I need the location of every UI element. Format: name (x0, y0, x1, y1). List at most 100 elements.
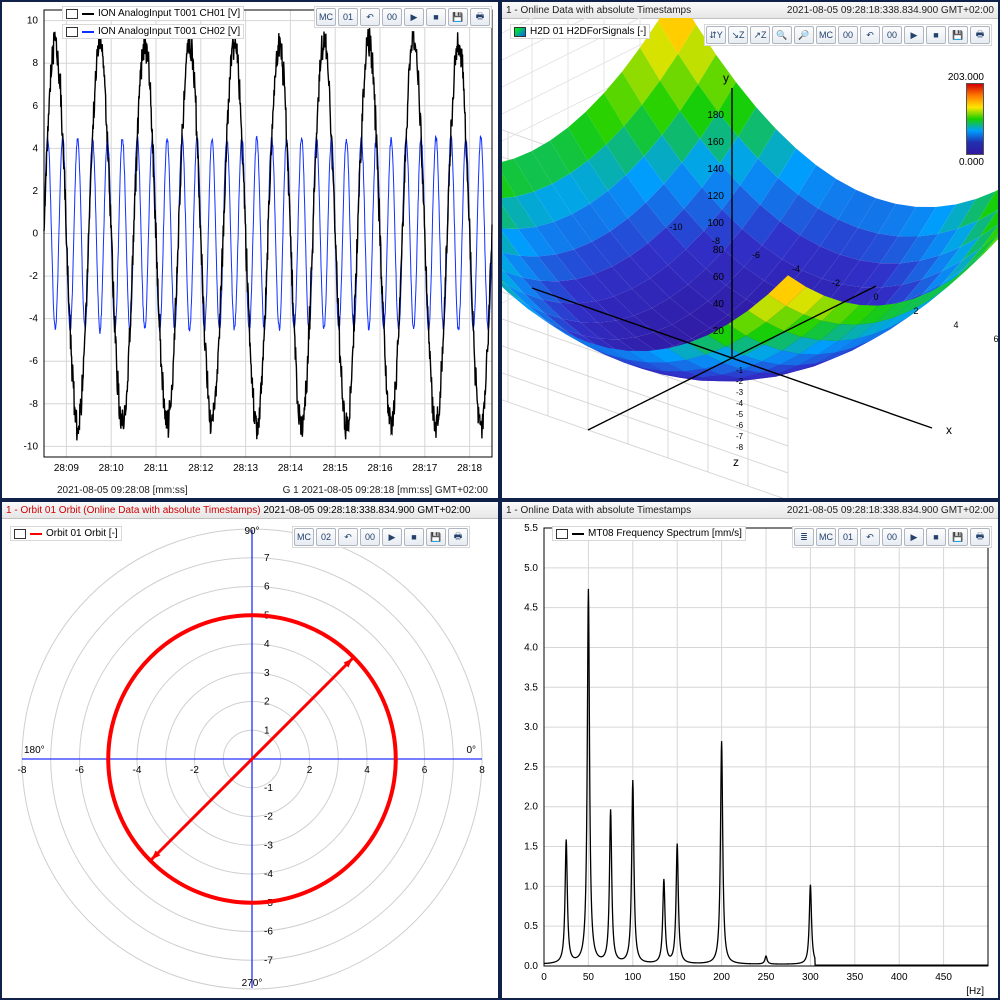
svg-text:28:10: 28:10 (99, 463, 124, 474)
svg-text:-3: -3 (264, 840, 273, 851)
svg-text:8: 8 (479, 765, 485, 776)
svg-text:160: 160 (707, 137, 724, 148)
svg-text:8: 8 (32, 58, 38, 69)
svg-text:250: 250 (758, 972, 775, 983)
undo-button[interactable]: ↶ (338, 528, 358, 546)
swatch-icon (66, 9, 78, 19)
save-button[interactable]: 💾 (426, 528, 446, 546)
reset-button[interactable]: 00 (882, 528, 902, 546)
svg-text:28:12: 28:12 (188, 463, 213, 474)
svg-text:2.5: 2.5 (524, 762, 538, 773)
axis-xy-button[interactable]: ⇵Y (706, 26, 726, 44)
svg-text:28:16: 28:16 (367, 463, 392, 474)
print-button[interactable]: 🖶 (970, 528, 990, 546)
play-button[interactable]: ▶ (904, 528, 924, 546)
svg-text:1.5: 1.5 (524, 842, 538, 853)
colorbar-max: 203.000 (938, 72, 984, 83)
legend-spectrum-label: MT08 Frequency Spectrum [mm/s] (588, 528, 742, 539)
svg-text:2: 2 (32, 186, 38, 197)
svg-text:-10: -10 (669, 222, 682, 232)
mc-button[interactable]: MC (816, 528, 836, 546)
save-button[interactable]: 💾 (948, 528, 968, 546)
svg-text:-4: -4 (133, 765, 142, 776)
svg-text:-8: -8 (712, 236, 720, 246)
mc-button[interactable]: MC (816, 26, 836, 44)
play-button[interactable]: ▶ (404, 8, 424, 26)
stop-button[interactable]: ■ (404, 528, 424, 546)
swatch-icon (556, 529, 568, 539)
toolbar-time-signals: MC 01 ↶ 00 ▶ ■ 💾 🖶 (314, 6, 492, 28)
svg-text:4: 4 (32, 143, 38, 154)
svg-text:-4: -4 (736, 399, 744, 408)
svg-text:28:14: 28:14 (278, 463, 303, 474)
title-left: 1 - Online Data with absolute Timestamps (506, 5, 691, 16)
svg-text:1.0: 1.0 (524, 881, 538, 892)
undo-button[interactable]: ↶ (860, 26, 880, 44)
swatch-icon (66, 27, 78, 37)
legend-spectrum: MT08 Frequency Spectrum [mm/s] (552, 526, 746, 541)
svg-text:4: 4 (953, 320, 958, 330)
print-button[interactable]: 🖶 (470, 8, 490, 26)
svg-text:2: 2 (264, 697, 270, 708)
line-sample-icon (572, 533, 584, 535)
svg-text:180°: 180° (24, 745, 45, 756)
play-button[interactable]: ▶ (904, 26, 924, 44)
svg-text:-3: -3 (736, 388, 744, 397)
svg-text:-8: -8 (736, 443, 744, 452)
swatch-icon (14, 529, 26, 539)
print-button[interactable]: 🖶 (970, 26, 990, 44)
svg-text:-4: -4 (29, 314, 38, 325)
legend-3d-label: H2D 01 H2DForSignals [-] (530, 26, 646, 37)
num-button[interactable]: 02 (316, 528, 336, 546)
svg-text:2.0: 2.0 (524, 802, 538, 813)
svg-text:2: 2 (913, 306, 918, 316)
svg-text:-2: -2 (190, 765, 199, 776)
svg-text:80: 80 (713, 245, 725, 256)
axis-yz-button[interactable]: ↗Z (750, 26, 770, 44)
num-button[interactable]: 01 (338, 8, 358, 26)
stop-button[interactable]: ■ (426, 8, 446, 26)
reset-button[interactable]: 00 (882, 26, 902, 44)
title-left: 1 - Orbit 01 Orbit (Online Data with abs… (6, 505, 470, 516)
svg-text:3: 3 (264, 668, 270, 679)
reset-button[interactable]: 00 (382, 8, 402, 26)
svg-text:4: 4 (364, 765, 370, 776)
mc-button[interactable]: MC (316, 8, 336, 26)
svg-text:4.0: 4.0 (524, 642, 538, 653)
svg-text:-10: -10 (24, 441, 39, 452)
svg-text:40: 40 (713, 299, 725, 310)
axis-xz-button[interactable]: ↘Z (728, 26, 748, 44)
line-sample-icon (30, 533, 42, 535)
stop-button[interactable]: ■ (926, 26, 946, 44)
svg-text:5.0: 5.0 (524, 563, 538, 574)
svg-text:28:18: 28:18 (457, 463, 482, 474)
svg-text:0: 0 (32, 229, 38, 240)
print-button[interactable]: 🖶 (448, 528, 468, 546)
save-button[interactable]: 💾 (948, 26, 968, 44)
zoom-out-button[interactable]: 🔎 (794, 26, 814, 44)
line-sample-icon (82, 31, 94, 33)
footer-left: 2021-08-05 09:28:08 [mm:ss] (57, 485, 188, 496)
save-button[interactable]: 💾 (448, 8, 468, 26)
num-button[interactable]: 01 (838, 528, 858, 546)
toolbar-orbit: MC 02 ↶ 00 ▶ ■ 💾 🖶 (292, 526, 470, 548)
colorbar-min: 0.000 (938, 157, 984, 168)
reset-button[interactable]: 00 (360, 528, 380, 546)
undo-button[interactable]: ↶ (860, 528, 880, 546)
stop-button[interactable]: ■ (926, 528, 946, 546)
mc-button[interactable]: MC (294, 528, 314, 546)
undo-button[interactable]: ↶ (360, 8, 380, 26)
legend-orbit: Orbit 01 Orbit [-] (10, 526, 122, 541)
num-button[interactable]: 00 (838, 26, 858, 44)
svg-text:-5: -5 (736, 410, 744, 419)
svg-text:x: x (946, 423, 952, 437)
play-button[interactable]: ▶ (382, 528, 402, 546)
svg-text:[Hz]: [Hz] (966, 986, 984, 997)
svg-text:350: 350 (846, 972, 863, 983)
svg-text:4.5: 4.5 (524, 603, 538, 614)
harmonics-button[interactable]: ≣ (794, 528, 814, 546)
svg-text:4: 4 (264, 639, 270, 650)
surface-3d-plot: 20406080100120140160180-10-8-6-4-2024681… (502, 18, 998, 498)
zoom-in-button[interactable]: 🔍 (772, 26, 792, 44)
svg-text:10: 10 (27, 16, 39, 27)
